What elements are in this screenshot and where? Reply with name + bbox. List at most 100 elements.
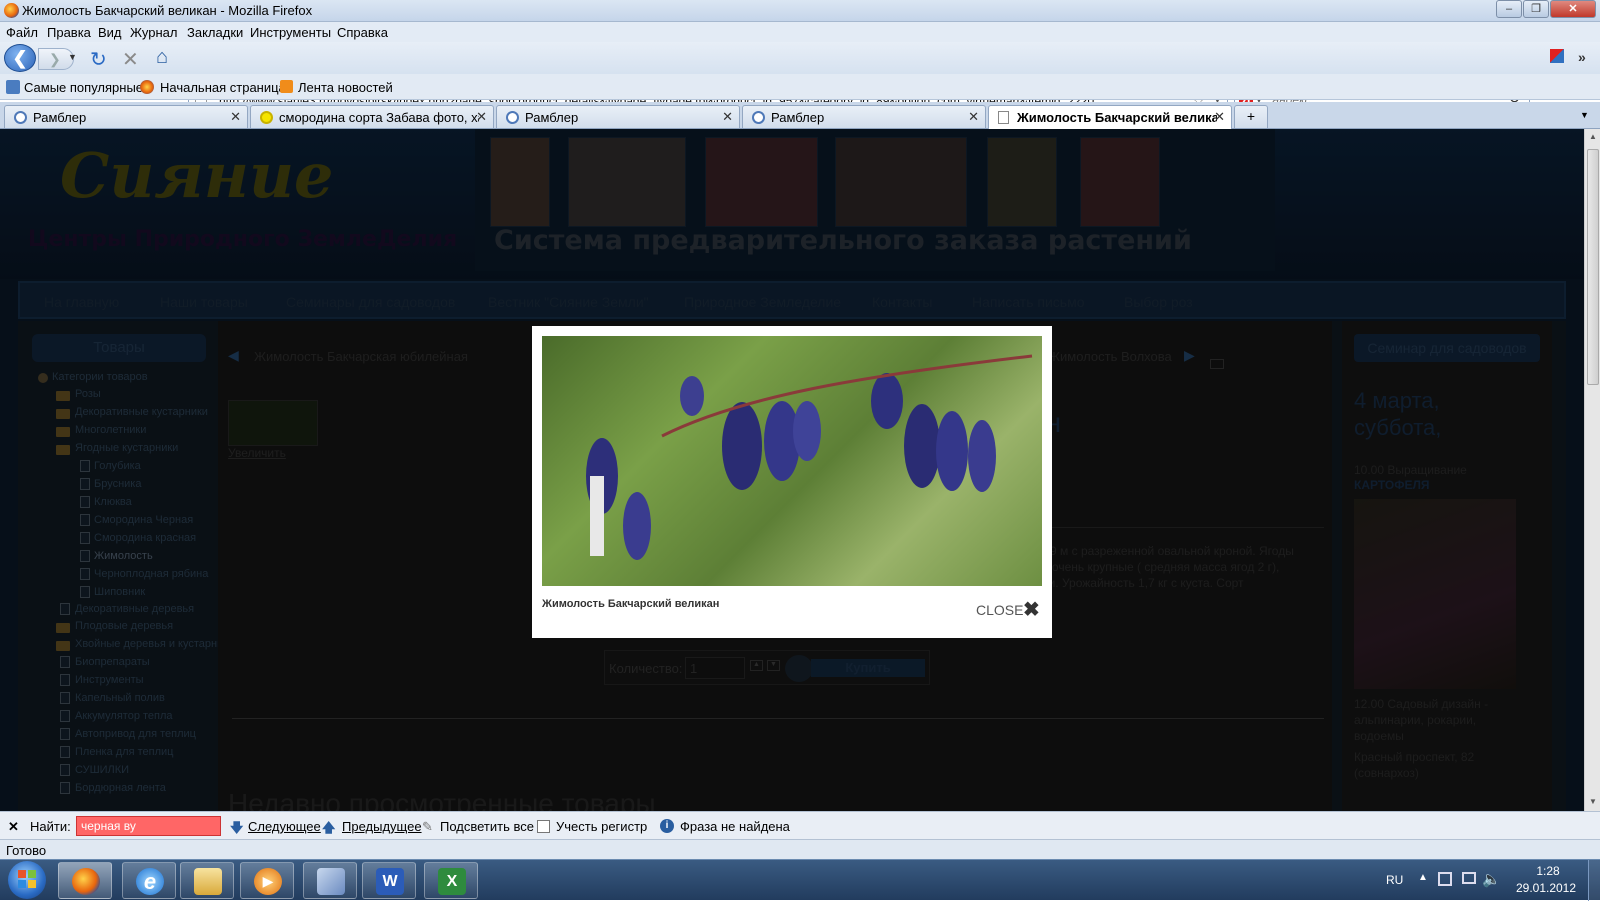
page-scrollbar[interactable]: ▲ ▼ <box>1584 129 1600 811</box>
tab-rambler-2[interactable]: Рамблер ✕ <box>496 105 740 128</box>
close-icon[interactable]: ✖ <box>1023 597 1040 622</box>
navigation-toolbar: ❮ ❯ ▼ ↻ ✕ ⌂ http://www.sianie3.ru/novosi… <box>0 42 1600 112</box>
close-window-button[interactable]: ✕ <box>1550 0 1596 18</box>
rambler-icon <box>506 111 519 124</box>
highlight-icon: ✎ <box>422 819 433 834</box>
berry <box>793 401 821 461</box>
bookmark-popular[interactable]: Самые популярные <box>24 80 143 95</box>
close-tab-icon[interactable]: ✕ <box>968 109 979 125</box>
tag <box>590 476 604 556</box>
network-icon[interactable] <box>1462 872 1476 884</box>
tab-bar: Рамблер ✕ смородина сорта Забава фото, х… <box>0 102 1600 130</box>
find-next-button[interactable]: Следующее <box>248 819 321 834</box>
tab-label: смородина сорта Забава фото, ха... <box>279 110 479 125</box>
tab-label: Рамблер <box>771 110 825 125</box>
berry <box>722 402 762 490</box>
menu-edit[interactable]: Правка <box>47 25 91 40</box>
close-tab-icon[interactable]: ✕ <box>1214 109 1225 125</box>
berry <box>680 376 704 416</box>
menu-bookmarks[interactable]: Закладки <box>187 25 243 40</box>
tab-currant[interactable]: смородина сорта Забава фото, ха... ✕ <box>250 105 494 128</box>
taskbar-excel[interactable]: X <box>424 862 478 899</box>
taskbar-app[interactable] <box>303 862 357 899</box>
firefox-icon <box>72 868 100 895</box>
find-input[interactable]: черная ву <box>76 816 221 836</box>
tab-honeysuckle[interactable]: Жимолость Бакчарский великан ✕ <box>988 105 1232 130</box>
find-next-icon[interactable]: 🡇 <box>230 819 243 841</box>
match-case-label[interactable]: Учесть регистр <box>556 819 647 834</box>
menu-file[interactable]: Файл <box>6 25 38 40</box>
scroll-thumb[interactable] <box>1587 149 1599 385</box>
clock-date[interactable]: 29.01.2012 <box>1508 881 1584 895</box>
close-tab-icon[interactable]: ✕ <box>722 109 733 125</box>
show-hidden-icons[interactable]: ▲ <box>1418 872 1428 883</box>
scroll-down-icon[interactable]: ▼ <box>1589 797 1597 806</box>
window-title: Жимолость Бакчарский великан - Mozilla F… <box>22 3 313 18</box>
menu-tools[interactable]: Инструменты <box>250 25 331 40</box>
maximize-button[interactable]: ❐ <box>1523 0 1549 18</box>
popular-bookmark-icon <box>6 80 20 94</box>
taskbar-firefox[interactable] <box>58 862 112 899</box>
tab-label: Рамблер <box>33 110 87 125</box>
language-indicator[interactable]: RU <box>1386 873 1403 887</box>
new-tab-button[interactable]: + <box>1234 105 1268 128</box>
lightbox-close-label[interactable]: CLOSE <box>976 602 1023 618</box>
tab-list-icon[interactable]: ▼ <box>1580 110 1589 120</box>
folder-icon <box>194 868 222 895</box>
network-app-icon <box>317 868 345 895</box>
taskbar-explorer[interactable] <box>180 862 234 899</box>
bookmark-start-page[interactable]: Начальная страница <box>160 80 286 95</box>
windows-logo-icon <box>18 880 26 888</box>
find-status: Фраза не найдена <box>680 819 790 834</box>
toolbar-overflow-icon[interactable]: » <box>1578 49 1586 65</box>
lightbox-caption: Жимолость Бакчарский великан <box>542 598 720 610</box>
home-icon[interactable]: ⌂ <box>156 46 168 69</box>
windows-logo-icon <box>18 870 26 878</box>
match-case-checkbox[interactable] <box>537 820 550 833</box>
find-prev-button[interactable]: Предыдущее <box>342 819 422 834</box>
taskbar-word[interactable]: W <box>362 862 416 899</box>
berries-illustration <box>586 354 1033 560</box>
show-desktop-button[interactable] <box>1588 860 1600 901</box>
close-tab-icon[interactable]: ✕ <box>230 109 241 125</box>
notification-icon[interactable] <box>1438 872 1452 886</box>
reload-icon[interactable]: ↻ <box>90 47 107 72</box>
lightbox: Жимолость Бакчарский великан CLOSE ✖ <box>532 326 1052 638</box>
tab-rambler-1[interactable]: Рамблер ✕ <box>4 105 248 128</box>
stop-icon[interactable]: ✕ <box>122 47 139 72</box>
find-prev-icon[interactable]: 🡅 <box>322 819 335 841</box>
internet-explorer-icon: e <box>136 868 164 895</box>
addon-icon[interactable] <box>1550 49 1564 63</box>
menu-view[interactable]: Вид <box>98 25 122 40</box>
back-button[interactable]: ❮ <box>4 44 36 72</box>
close-tab-icon[interactable]: ✕ <box>476 109 487 125</box>
berry <box>968 420 996 492</box>
berry <box>623 492 651 560</box>
rambler-icon <box>752 111 765 124</box>
minimize-button[interactable]: – <box>1496 0 1522 18</box>
info-icon: i <box>660 819 674 833</box>
home-page-bookmark-icon <box>140 80 154 94</box>
menu-help[interactable]: Справка <box>337 25 388 40</box>
status-bar: Готово <box>0 839 1600 859</box>
menu-bar: Файл Правка Вид Журнал Закладки Инструме… <box>0 22 1600 42</box>
scroll-up-icon[interactable]: ▲ <box>1589 132 1597 141</box>
tab-rambler-3[interactable]: Рамблер ✕ <box>742 105 986 128</box>
clock-time[interactable]: 1:28 <box>1518 864 1578 878</box>
status-text: Готово <box>6 843 47 858</box>
close-find-icon[interactable]: ✕ <box>8 819 19 835</box>
rambler-icon <box>14 111 27 124</box>
windows-logo-icon <box>28 880 36 888</box>
menu-history[interactable]: Журнал <box>130 25 177 40</box>
taskbar-ie[interactable]: e <box>122 862 176 899</box>
windows-logo-icon <box>28 870 36 878</box>
taskbar-media-player[interactable]: ▶ <box>240 862 294 899</box>
start-button[interactable] <box>8 861 46 899</box>
volume-icon[interactable]: 🔈 <box>1482 870 1501 888</box>
highlight-all-button[interactable]: Подсветить все <box>440 819 534 834</box>
bookmarks-toolbar: Самые популярные Начальная страница Лент… <box>0 74 1600 100</box>
bookmark-news-feed[interactable]: Лента новостей <box>298 80 393 95</box>
rss-icon <box>280 80 293 93</box>
history-dropdown-icon[interactable]: ▼ <box>68 52 77 62</box>
excel-icon: X <box>438 868 466 895</box>
